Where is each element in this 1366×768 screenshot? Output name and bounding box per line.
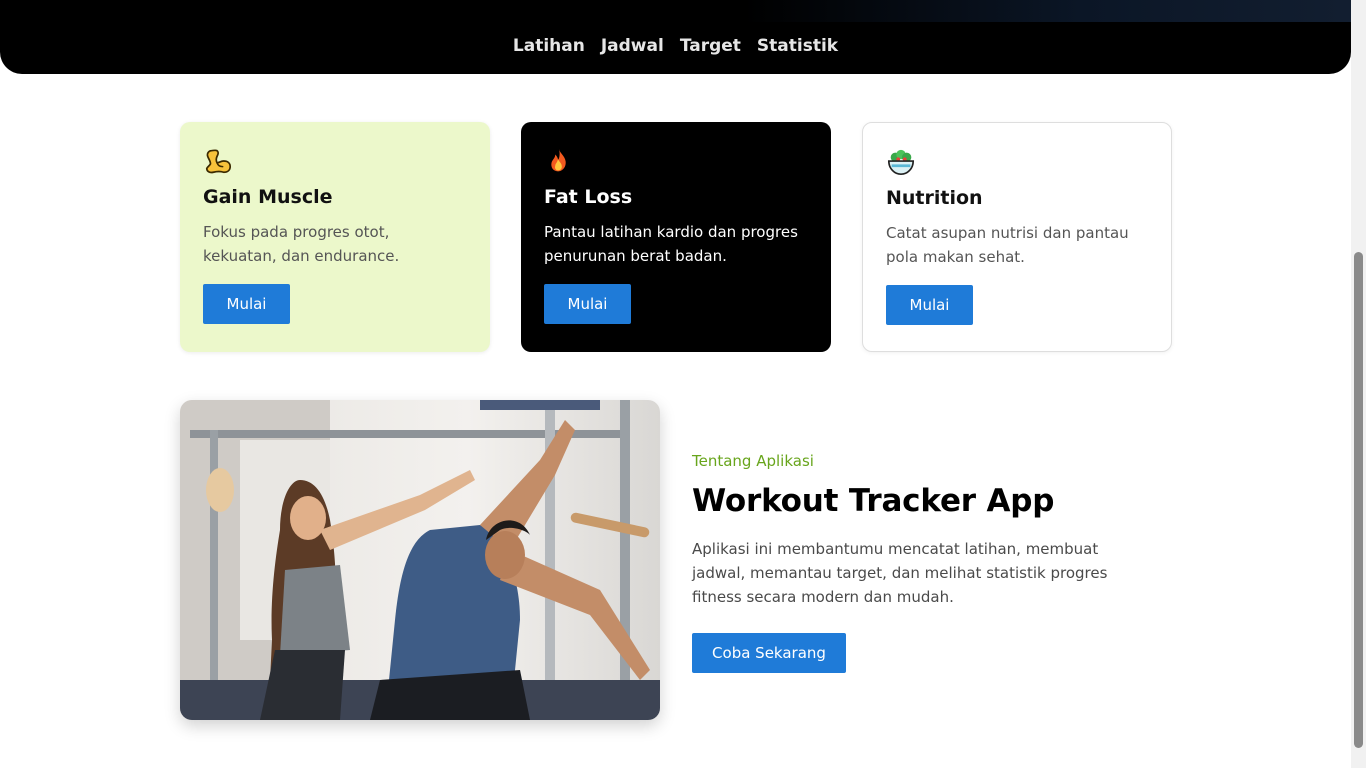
- card-title: Fat Loss: [544, 186, 633, 208]
- nav-item-target[interactable]: Target: [680, 36, 741, 56]
- about-section: Tentang Aplikasi Workout Tracker App Apl…: [692, 452, 1142, 673]
- header-gradient-strip: [0, 0, 1351, 22]
- about-description: Aplikasi ini membantumu mencatat latihan…: [692, 540, 1108, 606]
- about-eyebrow: Tentang Aplikasi: [692, 452, 814, 470]
- fire-icon: [551, 148, 566, 172]
- vertical-scrollbar[interactable]: [1351, 0, 1366, 768]
- card-description: Pantau latihan kardio dan progres penuru…: [544, 223, 798, 265]
- scrollbar-thumb[interactable]: [1354, 252, 1363, 748]
- nav-item-statistik[interactable]: Statistik: [757, 36, 838, 56]
- card-title: Gain Muscle: [203, 186, 333, 208]
- nav-item-latihan[interactable]: Latihan: [513, 36, 585, 56]
- workout-photo: [180, 400, 660, 720]
- start-button-gain-muscle[interactable]: Mulai: [203, 284, 290, 324]
- card-title: Nutrition: [886, 187, 983, 209]
- about-title: Workout Tracker App: [692, 483, 1055, 519]
- nav-item-jadwal[interactable]: Jadwal: [601, 36, 664, 56]
- card-nutrition: Nutrition Catat asupan nutrisi dan panta…: [862, 122, 1172, 352]
- flexed-biceps-icon: [205, 149, 232, 174]
- main-nav: Latihan Jadwal Target Statistik: [0, 36, 1351, 56]
- top-header: Latihan Jadwal Target Statistik: [0, 0, 1351, 74]
- card-description: Catat asupan nutrisi dan pantau pola mak…: [886, 224, 1129, 266]
- card-gain-muscle: Gain Muscle Fokus pada progres otot, kek…: [180, 122, 490, 352]
- card-fat-loss: Fat Loss Pantau latihan kardio dan progr…: [521, 122, 831, 352]
- salad-bowl-icon: [887, 149, 915, 176]
- card-description: Fokus pada progres otot, kekuatan, dan e…: [203, 223, 400, 265]
- start-button-fat-loss[interactable]: Mulai: [544, 284, 631, 324]
- start-button-nutrition[interactable]: Mulai: [886, 285, 973, 325]
- try-now-button[interactable]: Coba Sekarang: [692, 633, 846, 673]
